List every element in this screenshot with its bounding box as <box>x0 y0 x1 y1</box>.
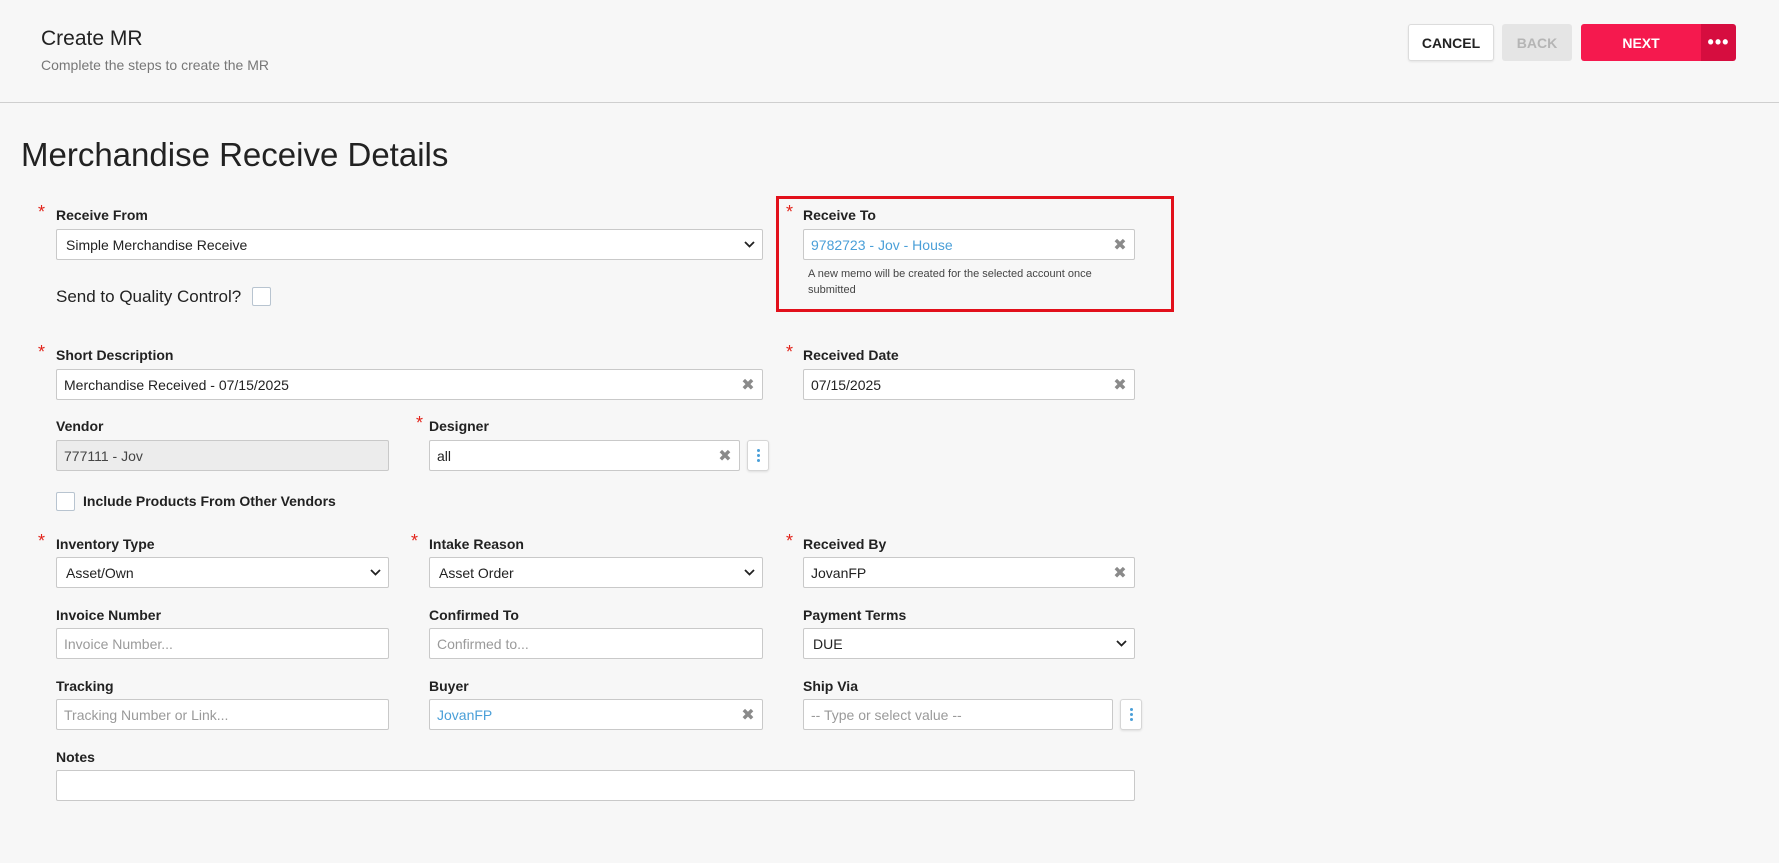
ship-via-input[interactable]: -- Type or select value -- <box>803 699 1113 730</box>
receive-to-note: A new memo will be created for the selec… <box>808 268 1092 296</box>
confirmed-to-input[interactable]: Confirmed to... <box>429 628 763 659</box>
intake-reason-select[interactable]: Asset Order <box>429 557 763 588</box>
tracking-label: Tracking <box>56 678 114 694</box>
section-title: Merchandise Receive Details <box>21 136 449 173</box>
receive-from-label: Receive From <box>56 207 148 223</box>
intake-reason-label: Intake Reason <box>429 536 524 552</box>
chevron-down-icon <box>743 567 755 579</box>
receive-to-input[interactable]: 9782723 - Jov - House ✖ <box>803 229 1135 260</box>
ship-via-options-icon[interactable] <box>1120 699 1142 730</box>
receive-from-select[interactable]: Simple Merchandise Receive <box>56 229 763 260</box>
required-mark: * <box>416 413 424 433</box>
vendor-input: 777111 - Jov <box>56 440 389 471</box>
designer-input[interactable]: all ✖ <box>429 440 740 471</box>
clear-icon[interactable]: ✖ <box>1113 563 1127 583</box>
short-description-label: Short Description <box>56 347 174 363</box>
page-title: Create MR <box>41 27 143 50</box>
buyer-input[interactable]: JovanFP ✖ <box>429 699 763 730</box>
header-divider <box>0 102 1779 103</box>
required-mark: * <box>786 342 794 362</box>
designer-label: Designer <box>429 418 489 434</box>
receive-to-label: Receive To <box>803 207 876 223</box>
include-products-checkbox[interactable] <box>56 492 75 511</box>
chevron-down-icon <box>1115 638 1127 650</box>
quality-control-checkbox[interactable] <box>252 287 271 306</box>
payment-terms-label: Payment Terms <box>803 607 907 623</box>
include-products-label: Include Products From Other Vendors <box>83 493 336 509</box>
required-mark: * <box>411 531 419 551</box>
clear-icon[interactable]: ✖ <box>1113 375 1127 395</box>
received-date-label: Received Date <box>803 347 899 363</box>
received-date-input[interactable]: 07/15/2025 ✖ <box>803 369 1135 400</box>
back-button[interactable]: BACK <box>1502 24 1572 61</box>
required-mark: * <box>786 202 794 222</box>
clear-icon[interactable]: ✖ <box>1113 235 1127 255</box>
vendor-label: Vendor <box>56 418 104 434</box>
inventory-type-select[interactable]: Asset/Own <box>56 557 389 588</box>
received-by-input[interactable]: JovanFP ✖ <box>803 557 1135 588</box>
designer-options-icon[interactable] <box>747 440 769 471</box>
ship-via-label: Ship Via <box>803 678 858 694</box>
chevron-down-icon <box>743 239 755 251</box>
notes-label: Notes <box>56 749 95 765</box>
clear-icon[interactable]: ✖ <box>741 705 755 725</box>
clear-icon[interactable]: ✖ <box>718 446 732 466</box>
invoice-number-input[interactable]: Invoice Number... <box>56 628 389 659</box>
quality-control-label: Send to Quality Control? <box>56 287 242 306</box>
tracking-input[interactable]: Tracking Number or Link... <box>56 699 389 730</box>
next-button[interactable]: NEXT <box>1581 24 1701 61</box>
invoice-number-label: Invoice Number <box>56 607 162 623</box>
required-mark: * <box>38 202 46 222</box>
payment-terms-select[interactable]: DUE <box>803 628 1135 659</box>
notes-input[interactable] <box>56 770 1135 801</box>
inventory-type-label: Inventory Type <box>56 536 155 552</box>
short-description-input[interactable]: Merchandise Received - 07/15/2025 ✖ <box>56 369 763 400</box>
required-mark: * <box>38 342 46 362</box>
required-mark: * <box>786 531 794 551</box>
chevron-down-icon <box>369 567 381 579</box>
buyer-label: Buyer <box>429 678 469 694</box>
cancel-button[interactable]: CANCEL <box>1408 24 1494 61</box>
clear-icon[interactable]: ✖ <box>741 375 755 395</box>
more-options-icon[interactable]: ••• <box>1701 24 1736 61</box>
required-mark: * <box>38 531 46 551</box>
page-subtitle: Complete the steps to create the MR <box>41 57 269 73</box>
received-by-label: Received By <box>803 536 887 552</box>
confirmed-to-label: Confirmed To <box>429 607 519 623</box>
